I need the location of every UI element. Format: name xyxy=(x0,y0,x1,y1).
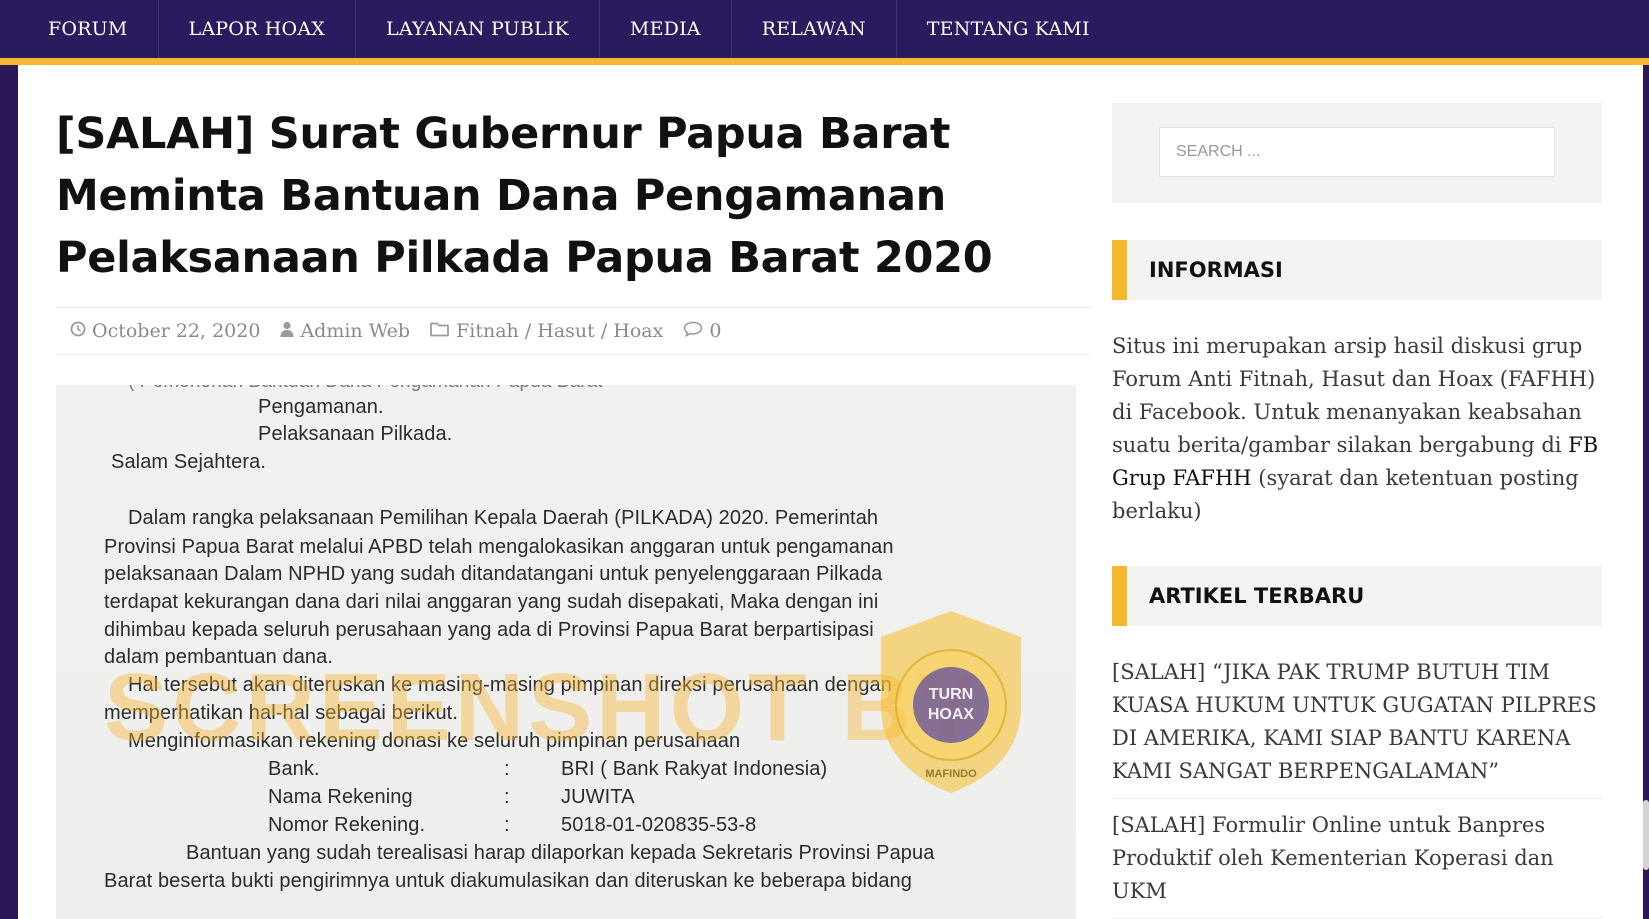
search-input[interactable]: SEARCH ... xyxy=(1159,127,1555,177)
nav-item-media[interactable]: MEDIA xyxy=(600,0,732,58)
image-text-line: Bantuan yang sudah terealisasi harap dil… xyxy=(186,842,935,864)
informasi-text: Situs ini merupakan arsip hasil diskusi … xyxy=(1112,330,1602,528)
page-gutter-right xyxy=(1643,65,1649,919)
image-text-line: 5018-01-020835-53-8 xyxy=(561,814,757,836)
meta-author-link[interactable]: Admin Web xyxy=(300,320,410,342)
main-navigation: FORUM LAPOR HOAX LAYANAN PUBLIK MEDIA RE… xyxy=(0,0,1649,58)
nav-item-tentang-kami[interactable]: TENTANG KAMI xyxy=(897,0,1120,58)
meta-category-link[interactable]: Fitnah / Hasut / Hoax xyxy=(456,320,663,342)
nav-item-forum[interactable]: FORUM xyxy=(0,0,159,58)
article: [SALAH] Surat Gubernur Papua Barat Memin… xyxy=(56,65,1092,919)
nav-item-lapor-hoax[interactable]: LAPOR HOAX xyxy=(159,0,356,58)
meta-category: Fitnah / Hasut / Hoax xyxy=(430,320,663,342)
image-text-line: Dalam rangka pelaksanaan Pemilihan Kepal… xyxy=(128,507,879,529)
image-text-line: dihimbau kepada seluruh perusahaan yang … xyxy=(104,619,874,641)
badge-center-text: TURN xyxy=(929,686,973,703)
meta-date-link[interactable]: October 22, 2020 xyxy=(92,320,260,342)
widget-title-informasi: INFORMASI xyxy=(1112,240,1602,300)
image-text-line: Pengamanan. xyxy=(258,396,384,418)
image-text-line: Nama Rekening xyxy=(268,786,413,808)
image-text-line: JUWITA xyxy=(561,786,635,808)
widget-title-artikel-terbaru: ARTIKEL TERBARU xyxy=(1112,566,1602,626)
image-text-line: : xyxy=(504,814,510,836)
image-text-line: ( Pemohonan Bantuan Dana Pengamanan Papu… xyxy=(128,385,603,393)
meta-comments-link[interactable]: 0 xyxy=(709,320,721,342)
image-text-line: Barat beserta bukti pengirimnya untuk di… xyxy=(104,870,912,892)
clock-icon xyxy=(70,321,86,342)
meta-author: Admin Web xyxy=(280,320,410,342)
informasi-text-body: Situs ini merupakan arsip hasil diskusi … xyxy=(1112,334,1596,457)
recent-article-link[interactable]: [SALAH] “JIKA PAK TRUMP BUTUH TIM KUASA … xyxy=(1112,656,1602,799)
image-watermark: SCREENSHOT BY xyxy=(104,654,983,761)
image-text-line: terdapat kekurangan dana dari nilai angg… xyxy=(104,591,879,613)
comment-icon xyxy=(683,321,703,342)
image-text-line: Provinsi Papua Barat melalui APBD telah … xyxy=(104,536,894,558)
search-widget: SEARCH ... xyxy=(1112,103,1602,203)
nav-item-relawan[interactable]: RELAWAN xyxy=(732,0,897,58)
article-meta: October 22, 2020 Admin Web Fitnah / Hasu… xyxy=(56,307,1092,355)
nav-accent-bar xyxy=(0,58,1649,65)
article-title: [SALAH] Surat Gubernur Papua Barat Memin… xyxy=(56,109,993,283)
image-text-line: Nomor Rekening. xyxy=(268,814,426,836)
recent-articles-list: [SALAH] “JIKA PAK TRUMP BUTUH TIM KUASA … xyxy=(1112,656,1602,919)
article-image: ( Pemohonan Bantuan Dana Pengamanan Papu… xyxy=(56,385,1076,919)
recent-article-link[interactable]: [SALAH] Formulir Online untuk Banpres Pr… xyxy=(1112,809,1602,919)
svg-text:HOAX: HOAX xyxy=(928,706,975,723)
folder-icon xyxy=(430,321,450,342)
user-icon xyxy=(280,321,294,342)
meta-comments: 0 xyxy=(683,320,721,342)
image-text-line: Pelaksanaan Pilkada. xyxy=(258,423,453,445)
image-text-line: Salam Sejahtera. xyxy=(111,451,267,473)
badge-bottom-text: MAFINDO xyxy=(925,768,977,780)
image-text-line: : xyxy=(504,786,510,808)
page-content: [SALAH] Surat Gubernur Papua Barat Memin… xyxy=(18,65,1643,919)
nav-item-layanan-publik[interactable]: LAYANAN PUBLIK xyxy=(356,0,600,58)
scrollbar-thumb[interactable] xyxy=(1643,800,1649,870)
meta-date: October 22, 2020 xyxy=(70,320,260,342)
mafindo-badge: TURN HOAX MAFINDO xyxy=(871,607,1031,797)
sidebar: SEARCH ... INFORMASI Situs ini merupakan… xyxy=(1112,65,1602,919)
page-gutter-left xyxy=(0,65,18,919)
image-text-line: pelaksanaan Dalam NPHD yang sudah ditand… xyxy=(104,563,883,585)
